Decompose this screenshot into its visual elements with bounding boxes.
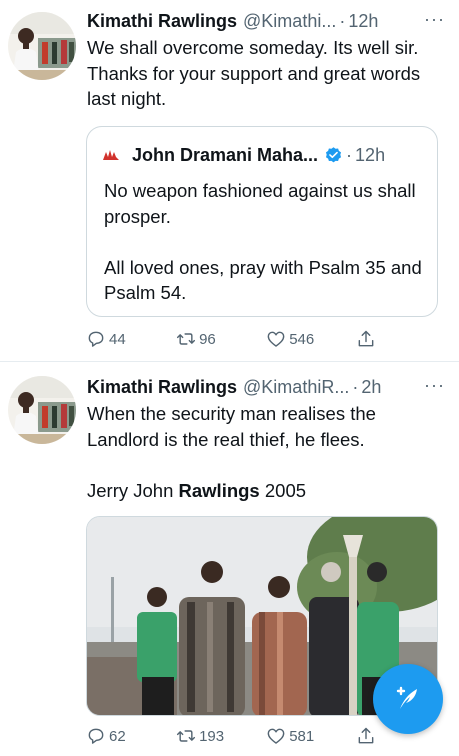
retweet-count: 193 (199, 727, 225, 745)
quoted-tweet[interactable]: John Dramani Maha... · 12h No weapon fas… (86, 126, 438, 317)
compose-icon (396, 686, 417, 709)
share-icon (358, 727, 374, 744)
separator-dot: · (339, 10, 346, 31)
separator-dot: · (346, 144, 353, 165)
quoted-timestamp[interactable]: 12h (355, 145, 385, 166)
tweet-text: When the security man realises the Landl… (87, 403, 376, 450)
reply-button[interactable]: 62 (86, 724, 176, 748)
user-handle[interactable]: @KimathiR... (243, 377, 349, 398)
retweet-icon (177, 333, 196, 345)
verified-icon (326, 146, 342, 162)
reply-icon (88, 728, 104, 744)
reply-count: 44 (109, 330, 126, 348)
separator-dot: · (352, 376, 359, 397)
like-count: 581 (289, 727, 315, 745)
tweet-header: Kimathi Rawlings @Kimathi... · 12h ··· (87, 9, 445, 33)
like-count: 546 (289, 330, 315, 348)
share-button[interactable] (356, 327, 386, 351)
quoted-display-name[interactable]: John Dramani Maha... (132, 145, 318, 166)
retweet-button[interactable]: 193 (176, 724, 266, 748)
share-icon (358, 330, 374, 347)
tweet[interactable]: Kimathi Rawlings @Kimathi... · 12h ··· W… (0, 0, 459, 362)
reply-icon (88, 331, 104, 347)
tweet-actions: 44 96 546 (86, 327, 386, 351)
signature-prefix: Jerry John (87, 480, 179, 501)
retweet-count: 96 (199, 330, 216, 348)
quoted-tweet-header: John Dramani Maha... · 12h (102, 143, 385, 167)
like-icon (267, 331, 285, 347)
display-name[interactable]: Kimathi Rawlings (87, 11, 237, 32)
reply-button[interactable]: 44 (86, 327, 176, 351)
like-button[interactable]: 581 (266, 724, 356, 748)
reply-count: 62 (109, 727, 126, 745)
tweet-header: Kimathi Rawlings @KimathiR... · 2h ··· (87, 375, 445, 399)
display-name[interactable]: Kimathi Rawlings (87, 377, 237, 398)
more-options-icon[interactable]: ··· (424, 375, 445, 396)
more-options-icon[interactable]: ··· (424, 9, 445, 30)
party-logo-icon (103, 150, 119, 160)
avatar[interactable] (8, 12, 76, 80)
timestamp[interactable]: 2h (361, 377, 381, 398)
like-icon (267, 728, 285, 744)
avatar[interactable] (8, 376, 76, 444)
tweet-text: We shall overcome someday. Its well sir.… (87, 37, 421, 109)
user-handle[interactable]: @Kimathi... (243, 11, 336, 32)
like-button[interactable]: 546 (266, 327, 356, 351)
retweet-button[interactable]: 96 (176, 327, 266, 351)
tweet-signature: Jerry John Rawlings 2005 (87, 480, 306, 502)
share-button[interactable] (356, 724, 386, 748)
signature-suffix: 2005 (259, 480, 307, 501)
signature-bold: Rawlings (178, 480, 260, 501)
retweet-icon (177, 730, 196, 742)
compose-tweet-button[interactable] (373, 664, 443, 734)
quoted-tweet-text: No weapon fashioned against us shall pro… (104, 180, 422, 303)
tweet-actions: 62 193 581 (86, 724, 386, 748)
timestamp[interactable]: 12h (348, 11, 378, 32)
